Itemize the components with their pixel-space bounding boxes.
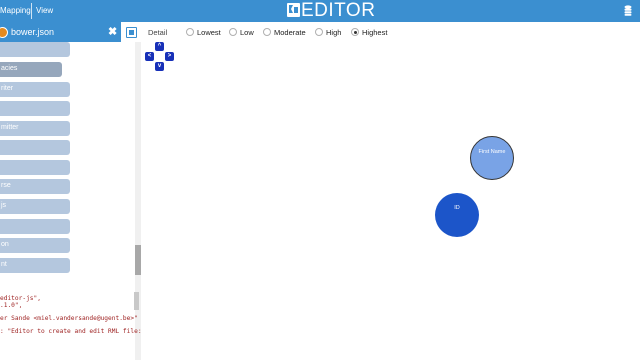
pan-left-button[interactable]: < bbox=[145, 52, 154, 61]
file-tab[interactable]: bower.json ✖ bbox=[0, 22, 121, 42]
graph-node-id[interactable]: ID bbox=[435, 193, 479, 237]
code-editor[interactable]: editor-js", .1.0", er Sande <miel.vander… bbox=[0, 287, 142, 360]
list-item[interactable]: riter bbox=[0, 82, 70, 97]
radio-button[interactable] bbox=[263, 28, 271, 36]
list-item[interactable]: mitter bbox=[0, 121, 70, 136]
code-line: editor-js", bbox=[0, 295, 41, 302]
detail-bar: Detail Lowest Low Moderate High Highest bbox=[148, 28, 388, 37]
list-item[interactable] bbox=[0, 219, 70, 234]
list-item[interactable] bbox=[0, 140, 70, 155]
logo-text: EDITOR bbox=[301, 0, 376, 21]
list-item[interactable] bbox=[0, 42, 70, 57]
menu-view[interactable]: View bbox=[36, 6, 53, 15]
list-item[interactable]: js bbox=[0, 199, 70, 214]
file-icon bbox=[0, 27, 8, 38]
list-item[interactable] bbox=[0, 101, 70, 116]
code-scrollbar[interactable] bbox=[134, 292, 139, 310]
list-item-selected[interactable]: acies bbox=[0, 62, 62, 77]
list-scrollbar[interactable] bbox=[135, 42, 141, 360]
menu-mapping[interactable]: Mapping bbox=[0, 6, 31, 15]
list-item[interactable] bbox=[0, 160, 70, 175]
menu-separator bbox=[31, 3, 32, 19]
radio-button[interactable] bbox=[229, 28, 237, 36]
dependency-list: acies riter mitter rse js on nt bbox=[0, 42, 134, 282]
pan-down-button[interactable]: v bbox=[155, 62, 164, 71]
radio-button[interactable] bbox=[186, 28, 194, 36]
code-line: .1.0", bbox=[0, 302, 23, 309]
graph-canvas[interactable]: ^ < > v First Name ID bbox=[145, 42, 640, 360]
add-tab-icon[interactable] bbox=[126, 27, 137, 38]
list-item[interactable]: nt bbox=[0, 258, 70, 273]
logo-icon bbox=[287, 3, 300, 17]
close-icon[interactable]: ✖ bbox=[108, 25, 117, 38]
code-line: er Sande <miel.vandersande@ugent.be>" bbox=[0, 315, 138, 322]
radio-button-selected[interactable] bbox=[351, 28, 359, 36]
top-bar: Mapping View EDITOR bbox=[0, 0, 640, 22]
database-icon[interactable] bbox=[624, 5, 632, 16]
pan-up-button[interactable]: ^ bbox=[155, 42, 164, 51]
code-line: : "Editor to create and edit RML file: bbox=[0, 328, 142, 335]
scrollbar-thumb[interactable] bbox=[135, 245, 141, 275]
list-item[interactable]: on bbox=[0, 238, 70, 253]
graph-node-first-name[interactable]: First Name bbox=[470, 136, 514, 180]
pan-right-button[interactable]: > bbox=[165, 52, 174, 61]
file-name: bower.json bbox=[11, 27, 55, 37]
list-item[interactable]: rse bbox=[0, 179, 70, 194]
detail-label: Detail bbox=[148, 28, 168, 37]
radio-button[interactable] bbox=[315, 28, 323, 36]
